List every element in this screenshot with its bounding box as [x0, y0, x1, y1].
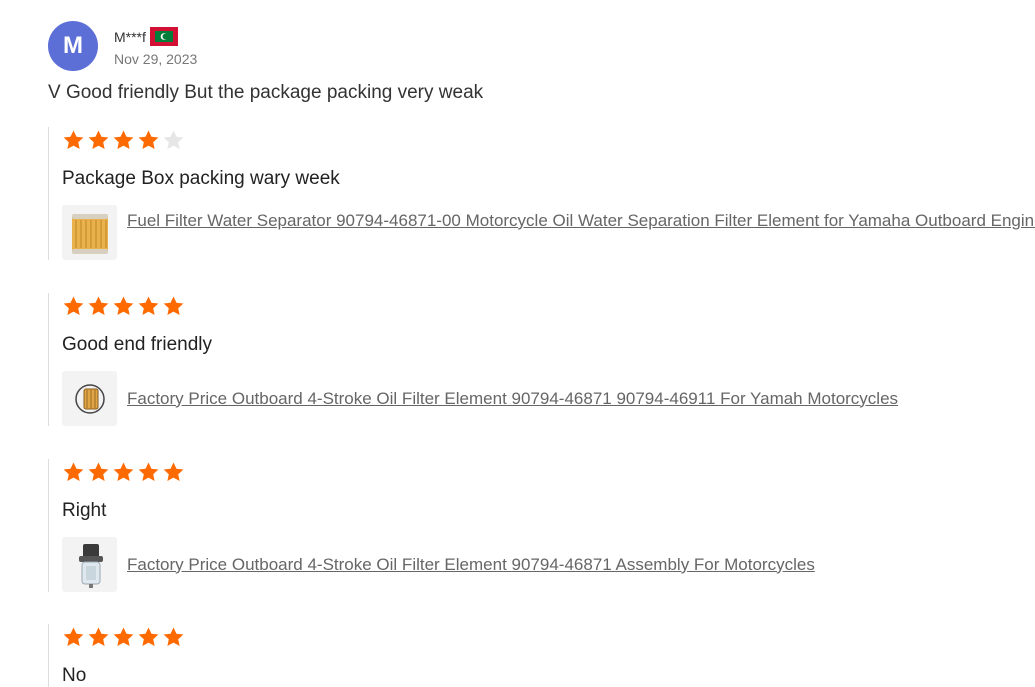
avatar: M — [48, 21, 98, 71]
star-filled-icon — [113, 295, 134, 315]
star-filled-icon — [63, 129, 84, 149]
product-thumbnail[interactable] — [62, 205, 117, 260]
star-filled-icon — [63, 461, 84, 481]
star-empty-icon — [163, 129, 184, 149]
item-review-text: Good end friendly — [62, 334, 212, 355]
review-item: No — [48, 624, 1035, 687]
product-row: Factory Price Outboard 4-Stroke Oil Filt… — [62, 537, 1035, 592]
item-review-text: Right — [62, 500, 107, 521]
user-row: M***f — [114, 26, 197, 48]
filter-assembly-icon — [78, 543, 103, 588]
fuel-filter-cartridge-icon — [71, 213, 108, 254]
star-filled-icon — [163, 461, 184, 481]
star-filled-icon — [88, 295, 109, 315]
review-text: V Good friendly But the package packing … — [48, 82, 484, 103]
star-rating — [62, 459, 1035, 485]
star-filled-icon — [138, 461, 159, 481]
star-filled-icon — [163, 295, 184, 315]
star-filled-icon — [63, 295, 84, 315]
star-filled-icon — [88, 129, 109, 149]
review-item: Good end friendly Factory Price Outboard… — [48, 293, 1035, 426]
review-item: Package Box packing wary week Fuel Filte… — [48, 127, 1035, 260]
product-link[interactable]: Fuel Filter Water Separator 90794-46871-… — [127, 210, 1035, 232]
star-filled-icon — [113, 129, 134, 149]
star-filled-icon — [88, 461, 109, 481]
review-date: Nov 29, 2023 — [114, 50, 198, 67]
product-link[interactable]: Factory Price Outboard 4-Stroke Oil Filt… — [127, 388, 898, 410]
star-filled-icon — [63, 626, 84, 646]
product-thumbnail[interactable] — [62, 537, 117, 592]
star-rating — [62, 293, 1035, 319]
oil-filter-element-icon — [74, 383, 105, 414]
user-meta: M***f Nov 29, 2023 — [114, 26, 197, 67]
star-filled-icon — [163, 626, 184, 646]
maldives-flag-icon — [149, 27, 178, 46]
product-link[interactable]: Factory Price Outboard 4-Stroke Oil Filt… — [127, 554, 815, 576]
star-filled-icon — [113, 626, 134, 646]
star-filled-icon — [138, 129, 159, 149]
star-filled-icon — [138, 626, 159, 646]
product-row: Fuel Filter Water Separator 90794-46871-… — [62, 205, 1035, 260]
star-rating — [62, 624, 1035, 650]
star-filled-icon — [138, 295, 159, 315]
review-item: Right Factory Price Outboard 4-Stroke Oi… — [48, 459, 1035, 592]
star-rating — [62, 127, 1035, 153]
product-row: Factory Price Outboard 4-Stroke Oil Filt… — [62, 371, 1035, 426]
star-filled-icon — [88, 626, 109, 646]
review-header: M M***f Nov 29, 2023 — [48, 21, 197, 71]
item-review-text: Package Box packing wary week — [62, 168, 340, 189]
item-review-text: No — [62, 665, 87, 686]
product-thumbnail[interactable] — [62, 371, 117, 426]
star-filled-icon — [113, 461, 134, 481]
review-page: M M***f Nov 29, 2023 V Good friendly But… — [0, 0, 1035, 687]
username: M***f — [114, 28, 146, 45]
